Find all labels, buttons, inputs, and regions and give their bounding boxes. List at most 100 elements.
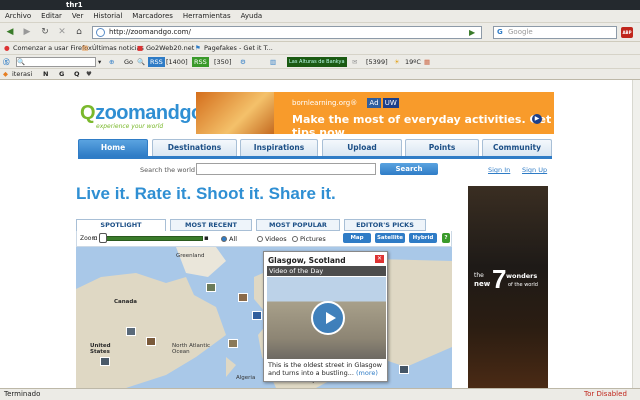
- tab-points[interactable]: Points: [405, 139, 479, 156]
- menu-herramientas[interactable]: Herramientas: [178, 10, 236, 23]
- tab-community[interactable]: Community: [482, 139, 552, 156]
- chart-icon[interactable]: ▥: [270, 55, 276, 69]
- map-photo-marker[interactable]: [238, 293, 248, 302]
- menu-editar[interactable]: Editar: [36, 10, 67, 23]
- sign-up-link[interactable]: Sign Up: [522, 166, 547, 174]
- filter-all-label: All: [229, 235, 238, 243]
- bookmark-go2web[interactable]: Go2Web20.net: [146, 42, 194, 55]
- popup-video-thumbnail[interactable]: [267, 277, 386, 359]
- toolbar3-item-iterasi[interactable]: iterasi: [12, 69, 32, 80]
- filter-pictures-label: Pictures: [300, 235, 326, 243]
- popup-more-link[interactable]: (more): [356, 369, 378, 377]
- map-photo-marker[interactable]: [399, 365, 409, 374]
- tab-most-popular[interactable]: MOST POPULAR: [256, 219, 340, 231]
- tab-upload[interactable]: Upload: [322, 139, 402, 156]
- hybrid-view-button[interactable]: Hybrid: [409, 233, 437, 243]
- tab-inspirations[interactable]: Inspirations: [240, 139, 318, 156]
- close-icon[interactable]: ✕: [375, 255, 384, 263]
- sign-in-link[interactable]: Sign In: [488, 166, 510, 174]
- map-label-canada: Canada: [114, 299, 138, 305]
- bookmark-firefox[interactable]: Comenzar a usar Firefox: [13, 42, 92, 55]
- zoom-out-icon[interactable]: ▫: [93, 234, 98, 242]
- help-icon[interactable]: ?: [442, 233, 450, 243]
- dropdown-icon[interactable]: ▾: [98, 55, 101, 69]
- reload-icon[interactable]: ↻: [38, 26, 52, 39]
- radio-icon: [221, 236, 227, 242]
- video-of-day-popup[interactable]: Glasgow, Scotland ✕ Video of the Day Thi…: [263, 251, 388, 382]
- forward-icon[interactable]: ▶: [20, 26, 34, 39]
- side-ad[interactable]: the new 7 wonders of the world: [468, 186, 548, 388]
- tab-spotlight[interactable]: SPOTLIGHT: [76, 219, 166, 231]
- toolbar3-item-n[interactable]: N: [43, 69, 48, 80]
- ad-brand: bornlearning.org: [292, 99, 351, 107]
- rss-green-badge-icon[interactable]: RSS: [192, 57, 209, 67]
- filter-all[interactable]: All: [221, 235, 237, 243]
- filter-videos[interactable]: Videos: [257, 235, 287, 243]
- map-photo-marker[interactable]: [228, 339, 238, 348]
- pagefakes-icon: ⚑: [195, 44, 201, 52]
- adblock-icon[interactable]: ABP: [621, 27, 633, 38]
- bookmark-pagefakes[interactable]: Pagefakes - Get it T...: [204, 42, 273, 55]
- site-logo[interactable]: Qzoomandgo: [80, 102, 203, 125]
- toolbar3-item-g[interactable]: G: [59, 69, 64, 80]
- filter-videos-label: Videos: [265, 235, 287, 243]
- site-search: Search the world Search Sign In Sign Up: [140, 162, 560, 178]
- tor-status[interactable]: Tor Disabled: [584, 389, 627, 400]
- heart-icon[interactable]: ♥: [86, 69, 92, 80]
- map-view-button[interactable]: Map: [343, 233, 371, 243]
- search-icon[interactable]: 🔍: [137, 55, 145, 69]
- site-favicon-icon: [96, 28, 105, 37]
- go-button[interactable]: Go: [124, 55, 133, 69]
- map-photo-marker[interactable]: [100, 357, 110, 366]
- addon-icon[interactable]: Ⓢ: [3, 55, 10, 69]
- go-arrow-icon[interactable]: ▶: [469, 27, 475, 38]
- google-icon: G: [497, 28, 503, 36]
- web-page: Qzoomandgo experience your world bornlea…: [0, 80, 632, 388]
- map-photo-marker[interactable]: [126, 327, 136, 336]
- ad-arrow-icon[interactable]: ▶: [532, 114, 542, 124]
- rss-badge-icon[interactable]: RSS: [148, 57, 165, 67]
- taskbar-label[interactable]: thr1: [66, 0, 83, 10]
- menu-ver[interactable]: Ver: [67, 10, 88, 23]
- hero-headline: Live it. Rate it. Shoot it. Share it.: [76, 184, 336, 203]
- home-icon[interactable]: ⌂: [72, 26, 86, 39]
- map-photo-marker[interactable]: [252, 311, 262, 320]
- mail-count: [5399]: [366, 58, 388, 66]
- tools-icon[interactable]: ⚙: [240, 55, 246, 69]
- map-photo-marker[interactable]: [206, 283, 216, 292]
- news-ticker[interactable]: Las Alturas de Bankya: [287, 57, 347, 67]
- tab-most-recent[interactable]: MOST RECENT: [170, 219, 252, 231]
- zoom-slider[interactable]: [99, 236, 203, 241]
- addon-search-input[interactable]: 🔍: [16, 57, 96, 67]
- url-text: http://zoomandgo.com/: [109, 28, 191, 36]
- tab-destinations[interactable]: Destinations: [152, 139, 237, 156]
- menu-historial[interactable]: Historial: [88, 10, 127, 23]
- banner-ad[interactable]: bornlearning.org® Ad UW Make the most of…: [196, 92, 554, 134]
- map-photo-marker[interactable]: [146, 337, 156, 346]
- menu-ayuda[interactable]: Ayuda: [236, 10, 268, 23]
- url-bar[interactable]: http://zoomandgo.com/ ▶: [92, 26, 482, 39]
- site-search-input[interactable]: [196, 163, 376, 175]
- zoom-handle[interactable]: [99, 233, 107, 243]
- stop-icon[interactable]: ✕: [55, 26, 69, 39]
- page-scrollbar[interactable]: [632, 80, 640, 388]
- satellite-view-button[interactable]: Satellite: [375, 233, 405, 243]
- toolbar3-item-q[interactable]: Q: [74, 69, 80, 80]
- play-icon[interactable]: [311, 301, 345, 335]
- search-label: Search the world: [140, 166, 196, 174]
- ad-photo: [196, 92, 274, 134]
- back-icon[interactable]: ◀: [3, 26, 17, 39]
- zoom-in-icon[interactable]: ▪: [204, 234, 209, 242]
- menu-archivo[interactable]: Archivo: [0, 10, 36, 23]
- search-box[interactable]: G Google: [493, 26, 617, 39]
- addon-search-icon[interactable]: ⊕: [109, 55, 114, 69]
- site-search-button[interactable]: Search: [380, 163, 438, 175]
- tab-editors-picks[interactable]: EDITOR'S PICKS: [344, 219, 426, 231]
- menu-marcadores[interactable]: Marcadores: [127, 10, 178, 23]
- mail-icon[interactable]: ✉: [352, 55, 357, 69]
- stats-icon[interactable]: ▦: [424, 55, 430, 69]
- filter-pictures[interactable]: Pictures: [292, 235, 326, 243]
- radio-icon: [257, 236, 263, 242]
- tab-home[interactable]: Home: [78, 139, 148, 156]
- iterasi-icon: ◆: [3, 70, 8, 78]
